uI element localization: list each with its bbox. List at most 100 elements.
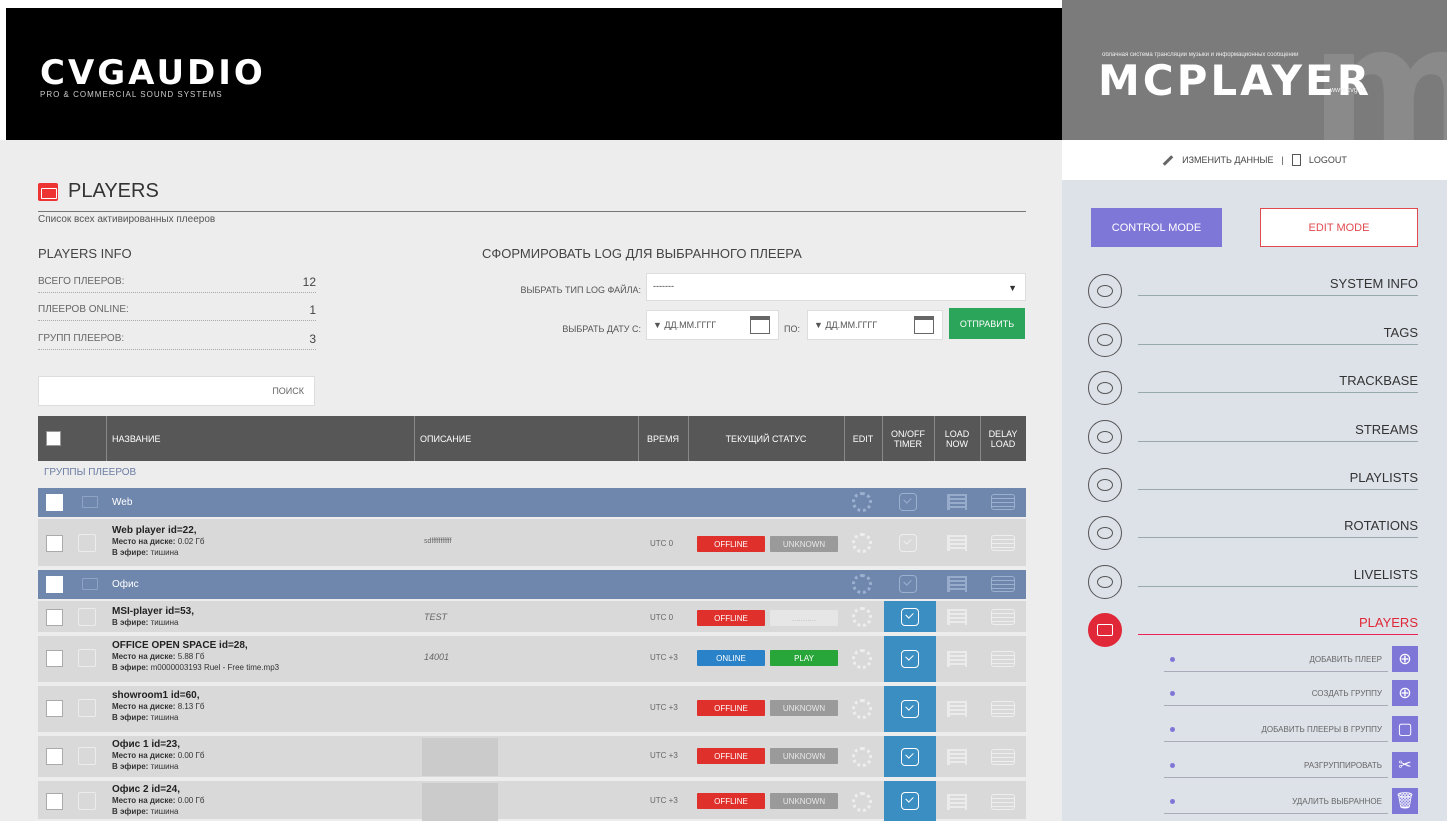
timer-icon[interactable] xyxy=(896,572,920,596)
timer-icon[interactable] xyxy=(884,601,936,632)
table-row[interactable]: MSI-player id=53, В эфире: тишина TEST U… xyxy=(38,601,1026,634)
delay-load-icon[interactable] xyxy=(991,572,1015,596)
table-row[interactable]: Офис 1 id=23, Место на диске: 0.00 Гб В … xyxy=(38,736,1026,779)
page-title-text: PLAYERS xyxy=(68,180,159,202)
load-now-icon[interactable] xyxy=(945,572,969,596)
row-checkbox[interactable] xyxy=(46,576,63,593)
delay-load-icon[interactable] xyxy=(991,697,1015,721)
disk-label: Место на диске: xyxy=(112,751,176,760)
settings-icon[interactable] xyxy=(850,605,874,629)
col-status[interactable]: ТЕКУЩИЙ СТАТУС xyxy=(688,416,844,461)
player-name[interactable]: showroom1 id=60, Место на диске: 8.13 Гб… xyxy=(112,690,204,723)
date-from-placeholder: ▼ ДД.ММ.ГГГГ xyxy=(653,320,717,330)
load-now-icon[interactable] xyxy=(945,790,969,814)
delete-selected-button[interactable]: УДАЛИТЬ ВЫБРАННОЕ 🗑 xyxy=(1164,788,1418,814)
player-name[interactable]: Офис 2 id=24, Место на диске: 0.00 Гб В … xyxy=(112,784,204,817)
player-name[interactable]: MSI-player id=53, В эфире: тишина xyxy=(112,606,194,628)
control-mode-button[interactable]: CONTROL MODE xyxy=(1091,208,1222,247)
timer-icon[interactable] xyxy=(884,781,936,821)
ungroup-button[interactable]: РАЗГРУППИРОВАТЬ ✂ xyxy=(1164,752,1418,778)
status-badge: OFFLINE xyxy=(697,610,765,626)
row-checkbox[interactable] xyxy=(46,535,63,552)
divider xyxy=(38,211,1026,212)
delay-load-icon[interactable] xyxy=(991,790,1015,814)
info-label: ВСЕГО ПЛЕЕРОВ: xyxy=(38,276,125,287)
disk-label: Место на диске: xyxy=(112,652,176,661)
timer-icon[interactable] xyxy=(884,736,936,777)
player-name[interactable]: Офис 1 id=23, Место на диске: 0.00 Гб В … xyxy=(112,739,204,772)
date-from-input[interactable]: ▼ ДД.ММ.ГГГГ xyxy=(646,310,779,340)
timer-icon[interactable] xyxy=(896,531,920,555)
load-now-icon[interactable] xyxy=(945,531,969,555)
delay-load-icon[interactable] xyxy=(991,647,1015,671)
settings-icon[interactable] xyxy=(850,572,874,596)
delay-load-icon[interactable] xyxy=(991,531,1015,555)
add-player-button[interactable]: ДОБАВИТЬ ПЛЕЕР ⊕ xyxy=(1164,646,1418,672)
load-now-icon[interactable] xyxy=(945,745,969,769)
logout-link[interactable]: LOGOUT xyxy=(1309,155,1347,165)
timer-icon[interactable] xyxy=(896,490,920,514)
timer-icon[interactable] xyxy=(884,686,936,732)
table-row[interactable]: OFFICE OPEN SPACE id=28, Место на диске:… xyxy=(38,636,1026,684)
group-row-office[interactable]: Офис xyxy=(38,570,1026,599)
group-name[interactable]: Web xyxy=(112,497,132,508)
edit-data-link[interactable]: ИЗМЕНИТЬ ДАННЫЕ xyxy=(1182,155,1273,165)
select-all-checkbox[interactable] xyxy=(45,431,61,446)
col-desc[interactable]: ОПИСАНИЕ xyxy=(420,416,471,461)
settings-icon[interactable] xyxy=(850,531,874,555)
col-name[interactable]: НАЗВАНИЕ xyxy=(112,416,161,461)
create-group-button[interactable]: СОЗДАТЬ ГРУППУ ⊕ xyxy=(1164,680,1418,706)
calendar-icon[interactable] xyxy=(750,316,770,334)
row-checkbox[interactable] xyxy=(46,650,63,667)
log-type-select[interactable]: ------- ▼ xyxy=(646,273,1026,301)
table-row[interactable]: Офис 2 id=24, Место на диске: 0.00 Гб В … xyxy=(38,781,1026,821)
sidebar-item-tags[interactable]: TAGS xyxy=(1088,323,1418,363)
player-name[interactable]: Web player id=22, Место на диске: 0.02 Г… xyxy=(112,525,204,558)
sidebar-item-trackbase[interactable]: TRACKBASE xyxy=(1088,371,1418,411)
add-to-group-button[interactable]: ДОБАВИТЬ ПЛЕЕРЫ В ГРУППУ ▢ xyxy=(1164,716,1418,742)
sidebar-item-livelists[interactable]: LIVELISTS xyxy=(1088,565,1418,605)
settings-icon[interactable] xyxy=(850,745,874,769)
sidebar-item-system-info[interactable]: SYSTEM INFO xyxy=(1088,274,1418,314)
player-title: Web player id=22, xyxy=(112,525,197,536)
sidebar-item-playlists[interactable]: PLAYLISTS xyxy=(1088,468,1418,508)
sidebar-item-streams[interactable]: STREAMS xyxy=(1088,420,1418,460)
load-now-icon[interactable] xyxy=(945,697,969,721)
info-value: 1 xyxy=(309,302,316,317)
row-checkbox[interactable] xyxy=(46,793,63,810)
search-input[interactable]: ПОИСК xyxy=(38,376,315,406)
info-label: ГРУПП ПЛЕЕРОВ: xyxy=(38,333,125,344)
settings-icon[interactable] xyxy=(850,697,874,721)
group-row-web[interactable]: Web xyxy=(38,488,1026,517)
calendar-icon[interactable] xyxy=(914,316,934,334)
load-now-icon[interactable] xyxy=(945,605,969,629)
row-checkbox[interactable] xyxy=(46,609,63,626)
timer-icon[interactable] xyxy=(884,636,936,682)
group-name[interactable]: Офис xyxy=(112,579,139,590)
table-row[interactable]: Web player id=22, Место на диске: 0.02 Г… xyxy=(38,519,1026,568)
row-checkbox[interactable] xyxy=(46,494,63,511)
date-to-input[interactable]: ▼ ДД.ММ.ГГГГ xyxy=(807,310,943,340)
player-name[interactable]: OFFICE OPEN SPACE id=28, Место на диске:… xyxy=(112,640,279,673)
status-badge: ONLINE xyxy=(697,650,765,666)
settings-icon[interactable] xyxy=(850,490,874,514)
disk-label: Место на диске: xyxy=(112,537,176,546)
row-checkbox[interactable] xyxy=(46,700,63,717)
nav-label: PLAYERS xyxy=(1358,615,1418,630)
delay-load-icon[interactable] xyxy=(991,490,1015,514)
load-now-icon[interactable] xyxy=(945,490,969,514)
play-badge: UNKNOWN xyxy=(770,700,838,716)
send-button[interactable]: ОТПРАВИТЬ xyxy=(949,308,1025,339)
delay-load-icon[interactable] xyxy=(991,605,1015,629)
table-row[interactable]: showroom1 id=60, Место на диске: 8.13 Гб… xyxy=(38,686,1026,734)
info-row-online: ПЛЕЕРОВ ONLINE: 1 xyxy=(38,299,316,321)
col-time[interactable]: ВРЕМЯ xyxy=(638,416,688,461)
settings-icon[interactable] xyxy=(850,790,874,814)
settings-icon[interactable] xyxy=(850,647,874,671)
row-checkbox[interactable] xyxy=(46,748,63,765)
player-time: UTC 0 xyxy=(650,613,674,622)
sidebar-item-rotations[interactable]: ROTATIONS xyxy=(1088,516,1418,556)
load-now-icon[interactable] xyxy=(945,647,969,671)
delay-load-icon[interactable] xyxy=(991,745,1015,769)
edit-mode-button[interactable]: EDIT MODE xyxy=(1260,208,1418,247)
